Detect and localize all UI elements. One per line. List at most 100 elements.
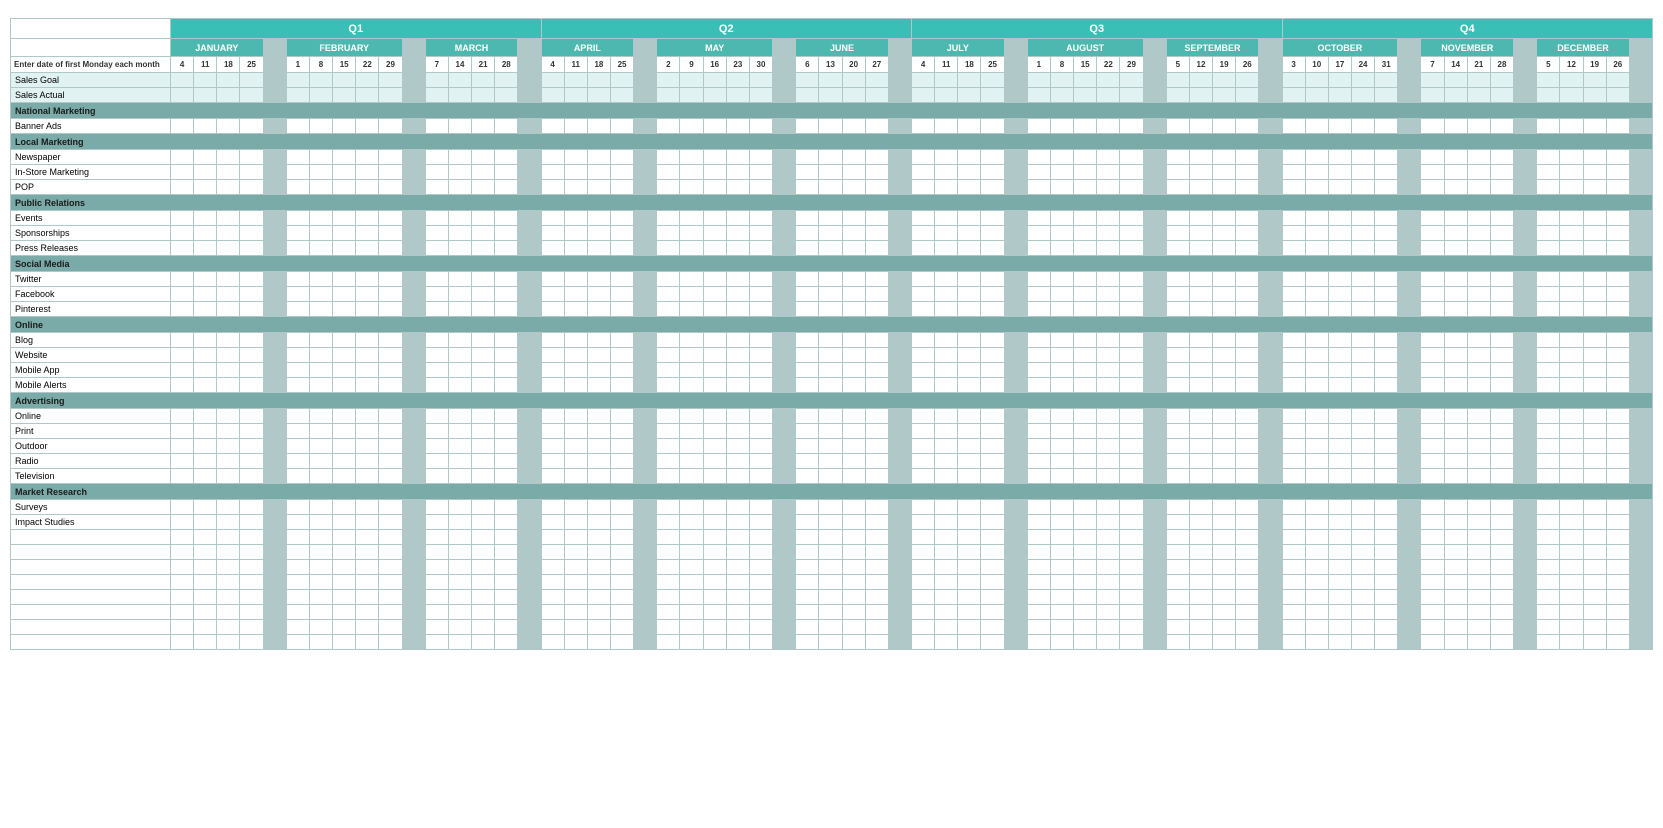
data-cell[interactable] — [1305, 333, 1328, 348]
data-cell[interactable] — [1050, 348, 1073, 363]
data-cell[interactable] — [1328, 180, 1351, 195]
data-cell[interactable] — [749, 409, 772, 424]
data-cell[interactable] — [333, 165, 356, 180]
data-cell[interactable] — [842, 409, 865, 424]
data-cell[interactable] — [1606, 333, 1629, 348]
data-cell[interactable] — [1120, 363, 1143, 378]
data-cell[interactable] — [171, 424, 194, 439]
data-cell[interactable] — [240, 560, 263, 575]
data-cell[interactable] — [217, 424, 240, 439]
data-cell[interactable] — [1328, 378, 1351, 393]
data-cell[interactable] — [1490, 119, 1513, 134]
data-cell[interactable] — [1120, 287, 1143, 302]
data-cell[interactable] — [171, 226, 194, 241]
data-cell[interactable] — [1583, 454, 1606, 469]
data-cell[interactable] — [1074, 241, 1097, 256]
data-cell[interactable] — [286, 272, 309, 287]
data-cell[interactable] — [217, 620, 240, 635]
data-cell[interactable] — [541, 73, 564, 88]
data-cell[interactable] — [796, 530, 819, 545]
data-cell[interactable] — [1328, 287, 1351, 302]
data-cell[interactable] — [842, 363, 865, 378]
data-cell[interactable] — [1351, 620, 1374, 635]
data-cell[interactable] — [1166, 333, 1189, 348]
data-cell[interactable] — [819, 635, 842, 650]
data-cell[interactable] — [1305, 88, 1328, 103]
data-cell[interactable] — [1537, 88, 1560, 103]
data-cell[interactable] — [1537, 454, 1560, 469]
data-cell[interactable] — [1236, 575, 1259, 590]
data-cell[interactable] — [1213, 469, 1236, 484]
data-cell[interactable] — [842, 500, 865, 515]
data-cell[interactable] — [1560, 545, 1583, 560]
data-cell[interactable] — [1444, 363, 1467, 378]
data-cell[interactable] — [842, 73, 865, 88]
data-cell[interactable] — [842, 469, 865, 484]
data-cell[interactable] — [1467, 439, 1490, 454]
data-cell[interactable] — [819, 348, 842, 363]
data-cell[interactable] — [703, 620, 726, 635]
data-cell[interactable] — [912, 409, 935, 424]
data-cell[interactable] — [912, 119, 935, 134]
data-cell[interactable] — [703, 575, 726, 590]
data-cell[interactable] — [749, 119, 772, 134]
data-cell[interactable] — [912, 500, 935, 515]
data-cell[interactable] — [610, 165, 633, 180]
data-cell[interactable] — [1189, 575, 1212, 590]
data-cell[interactable] — [958, 211, 981, 226]
data-cell[interactable] — [541, 409, 564, 424]
data-cell[interactable] — [981, 620, 1004, 635]
data-cell[interactable] — [1097, 348, 1120, 363]
data-cell[interactable] — [1213, 150, 1236, 165]
data-cell[interactable] — [1583, 439, 1606, 454]
data-cell[interactable] — [309, 605, 332, 620]
data-cell[interactable] — [912, 439, 935, 454]
data-cell[interactable] — [912, 302, 935, 317]
data-cell[interactable] — [1606, 73, 1629, 88]
data-cell[interactable] — [1560, 409, 1583, 424]
data-cell[interactable] — [1421, 500, 1444, 515]
data-cell[interactable] — [472, 635, 495, 650]
data-cell[interactable] — [1537, 635, 1560, 650]
data-cell[interactable] — [425, 454, 448, 469]
data-cell[interactable] — [541, 88, 564, 103]
data-cell[interactable] — [726, 333, 749, 348]
data-cell[interactable] — [448, 287, 471, 302]
data-cell[interactable] — [958, 605, 981, 620]
data-cell[interactable] — [171, 348, 194, 363]
data-cell[interactable] — [610, 605, 633, 620]
data-cell[interactable] — [425, 363, 448, 378]
data-cell[interactable] — [981, 424, 1004, 439]
data-cell[interactable] — [425, 439, 448, 454]
data-cell[interactable] — [1490, 378, 1513, 393]
data-cell[interactable] — [1490, 272, 1513, 287]
data-cell[interactable] — [240, 605, 263, 620]
data-cell[interactable] — [1560, 88, 1583, 103]
data-cell[interactable] — [564, 165, 587, 180]
data-cell[interactable] — [703, 226, 726, 241]
data-cell[interactable] — [865, 348, 888, 363]
data-cell[interactable] — [309, 363, 332, 378]
data-cell[interactable] — [1213, 545, 1236, 560]
data-cell[interactable] — [1189, 226, 1212, 241]
data-cell[interactable] — [1027, 439, 1050, 454]
data-cell[interactable] — [356, 560, 379, 575]
data-cell[interactable] — [1537, 378, 1560, 393]
data-cell[interactable] — [1606, 530, 1629, 545]
data-cell[interactable] — [1120, 150, 1143, 165]
data-cell[interactable] — [1282, 363, 1305, 378]
data-cell[interactable] — [333, 530, 356, 545]
data-cell[interactable] — [703, 469, 726, 484]
data-cell[interactable] — [333, 378, 356, 393]
data-cell[interactable] — [194, 363, 217, 378]
data-cell[interactable] — [1560, 500, 1583, 515]
data-cell[interactable] — [1421, 211, 1444, 226]
data-cell[interactable] — [981, 150, 1004, 165]
data-cell[interactable] — [1282, 226, 1305, 241]
data-cell[interactable] — [1537, 119, 1560, 134]
data-cell[interactable] — [587, 439, 610, 454]
data-cell[interactable] — [217, 590, 240, 605]
data-cell[interactable] — [610, 515, 633, 530]
data-cell[interactable] — [1027, 515, 1050, 530]
data-cell[interactable] — [1375, 530, 1398, 545]
